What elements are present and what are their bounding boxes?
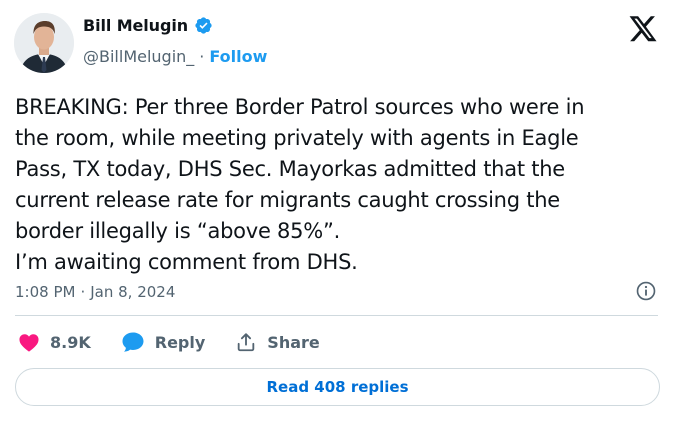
like-count: 8.9K: [50, 332, 91, 352]
tweet-timestamp[interactable]: 1:08 PM · Jan 8, 2024: [15, 283, 175, 301]
divider: [15, 315, 658, 316]
avatar[interactable]: [14, 13, 74, 73]
verified-badge-icon: [194, 16, 213, 35]
reply-label: Reply: [154, 332, 206, 352]
action-bar: 8.9K Reply Share: [18, 328, 320, 356]
heart-icon: [18, 332, 40, 352]
share-button[interactable]: Share: [235, 331, 320, 353]
handle-separator: ·: [199, 47, 205, 66]
info-icon[interactable]: [635, 280, 657, 302]
author-display-name[interactable]: Bill Melugin: [83, 16, 188, 35]
speech-bubble-icon: [121, 331, 145, 353]
like-button[interactable]: 8.9K: [18, 332, 91, 352]
read-replies-label: Read 408 replies: [266, 378, 409, 396]
avatar-portrait-icon: [14, 13, 74, 73]
read-replies-button[interactable]: Read 408 replies: [15, 368, 660, 406]
x-logo-icon[interactable]: [628, 16, 658, 44]
reply-button[interactable]: Reply: [121, 331, 206, 353]
share-label: Share: [267, 332, 320, 352]
tweet-embed-card: Bill Melugin @BillMelugin_ · Follow BREA…: [0, 0, 676, 424]
tweet-text: BREAKING: Per three Border Patrol source…: [15, 95, 585, 274]
author-handle-row: @BillMelugin_ · Follow: [83, 47, 267, 66]
tweet-time[interactable]: 1:08 PM: [15, 283, 75, 301]
tweet-date[interactable]: Jan 8, 2024: [90, 283, 175, 301]
follow-button[interactable]: Follow: [209, 47, 267, 66]
timestamp-separator: ·: [80, 283, 86, 301]
share-upload-icon: [235, 331, 257, 353]
author-handle[interactable]: @BillMelugin_: [83, 47, 194, 66]
author-name-row: Bill Melugin: [83, 16, 213, 35]
